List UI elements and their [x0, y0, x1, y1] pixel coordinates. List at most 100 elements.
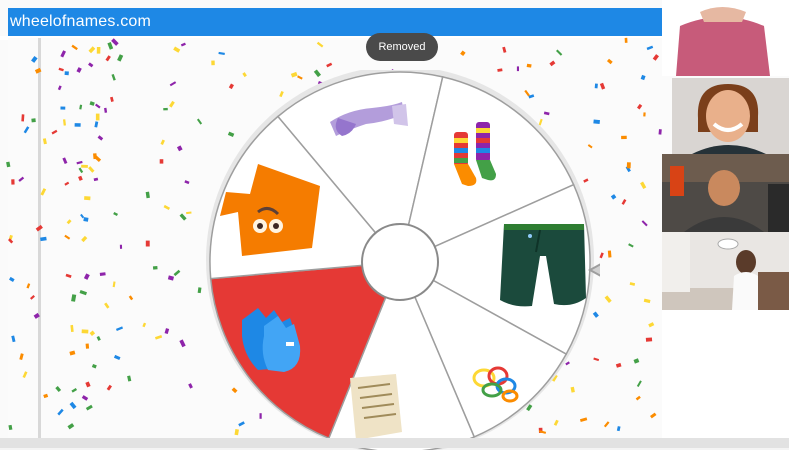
confetti-piece: [51, 129, 58, 135]
confetti-piece: [81, 235, 88, 243]
confetti-piece: [78, 175, 83, 181]
confetti-piece: [85, 381, 91, 388]
confetti-piece: [6, 161, 11, 168]
confetti-piece: [57, 408, 64, 416]
confetti-piece: [80, 213, 85, 219]
confetti-piece: [164, 328, 170, 335]
confetti-piece: [43, 393, 49, 399]
confetti-piece: [119, 244, 123, 249]
confetti-piece: [128, 295, 134, 301]
bottom-strip: [0, 438, 789, 448]
wheel-hub[interactable]: [361, 223, 439, 301]
confetti-piece: [159, 159, 164, 164]
confetti-piece: [26, 283, 31, 289]
confetti-piece: [69, 401, 77, 410]
confetti-piece: [145, 240, 150, 247]
confetti-piece: [62, 119, 66, 126]
confetti-piece: [115, 326, 124, 331]
confetti-piece: [633, 358, 640, 364]
confetti-piece: [60, 106, 66, 110]
confetti-piece: [104, 107, 108, 113]
confetti-piece: [628, 243, 634, 248]
confetti-piece: [635, 395, 641, 401]
confetti-piece: [624, 37, 628, 43]
confetti-piece: [40, 188, 47, 196]
confetti-piece: [62, 157, 68, 165]
confetti-piece: [606, 58, 613, 65]
confetti-piece: [30, 295, 35, 300]
confetti-piece: [11, 335, 16, 343]
confetti-piece: [60, 50, 66, 58]
confetti-piece: [58, 67, 64, 72]
confetti-piece: [179, 213, 187, 221]
confetti-piece: [55, 386, 62, 393]
confetti-piece: [615, 362, 622, 368]
confetti-piece: [65, 273, 72, 278]
confetti-piece: [89, 330, 96, 336]
confetti-piece: [71, 388, 78, 393]
confetti-piece: [71, 294, 77, 302]
confetti-piece: [526, 63, 532, 68]
confetti-piece: [88, 46, 96, 54]
confetti-piece: [176, 145, 183, 152]
confetti-piece: [31, 56, 38, 63]
confetti-piece: [81, 164, 88, 168]
confetti-piece: [218, 51, 225, 55]
wheel[interactable]: [200, 70, 600, 450]
confetti-piece: [549, 60, 556, 67]
confetti-piece: [85, 404, 93, 411]
confetti-piece: [33, 312, 40, 319]
confetti-piece: [40, 236, 47, 242]
confetti-piece: [646, 45, 654, 51]
confetti-piece: [163, 204, 170, 210]
video-call-panel: [662, 0, 789, 448]
confetti-piece: [599, 252, 604, 259]
confetti-piece: [85, 343, 90, 349]
confetti-piece: [34, 67, 42, 74]
confetti-piece: [211, 60, 215, 66]
confetti-piece: [21, 114, 25, 122]
confetti-piece: [640, 74, 646, 81]
confetti-piece: [96, 47, 101, 54]
confetti-piece: [326, 62, 333, 68]
confetti-piece: [95, 103, 101, 109]
participant-2-video: [662, 76, 789, 154]
confetti-piece: [163, 107, 168, 111]
participant-1-video: [662, 0, 789, 76]
confetti-piece: [8, 424, 13, 431]
confetti-piece: [316, 41, 324, 48]
confetti-piece: [621, 135, 627, 140]
confetti-piece: [640, 181, 647, 190]
confetti-piece: [641, 220, 648, 227]
confetti-piece: [154, 335, 163, 340]
confetti-piece: [81, 395, 89, 401]
confetti-piece: [11, 179, 15, 185]
confetti-piece: [110, 96, 114, 102]
confetti-piece: [84, 196, 91, 201]
confetti-piece: [106, 384, 113, 391]
confetti-piece: [621, 198, 627, 205]
confetti-piece: [71, 44, 78, 51]
removed-toast: Removed: [366, 33, 438, 61]
confetti-piece: [22, 371, 28, 379]
confetti-piece: [169, 81, 177, 87]
confetti-piece: [610, 194, 617, 200]
confetti-piece: [93, 153, 97, 160]
confetti-piece: [643, 298, 651, 304]
confetti-piece: [74, 123, 81, 127]
confetti-piece: [643, 112, 646, 117]
confetti-piece: [186, 211, 192, 215]
confetti-piece: [113, 354, 121, 361]
confetti-piece: [66, 219, 72, 225]
confetti-piece: [9, 276, 15, 282]
confetti-piece: [188, 383, 193, 389]
confetti-piece: [616, 426, 621, 432]
confetti-piece: [180, 42, 186, 47]
paper-icon: [350, 374, 402, 440]
confetti-piece: [70, 324, 74, 332]
confetti-piece: [76, 160, 83, 165]
confetti-piece: [184, 180, 190, 185]
confetti-piece: [111, 73, 116, 81]
confetti-piece: [97, 135, 104, 141]
confetti-piece: [64, 181, 70, 186]
